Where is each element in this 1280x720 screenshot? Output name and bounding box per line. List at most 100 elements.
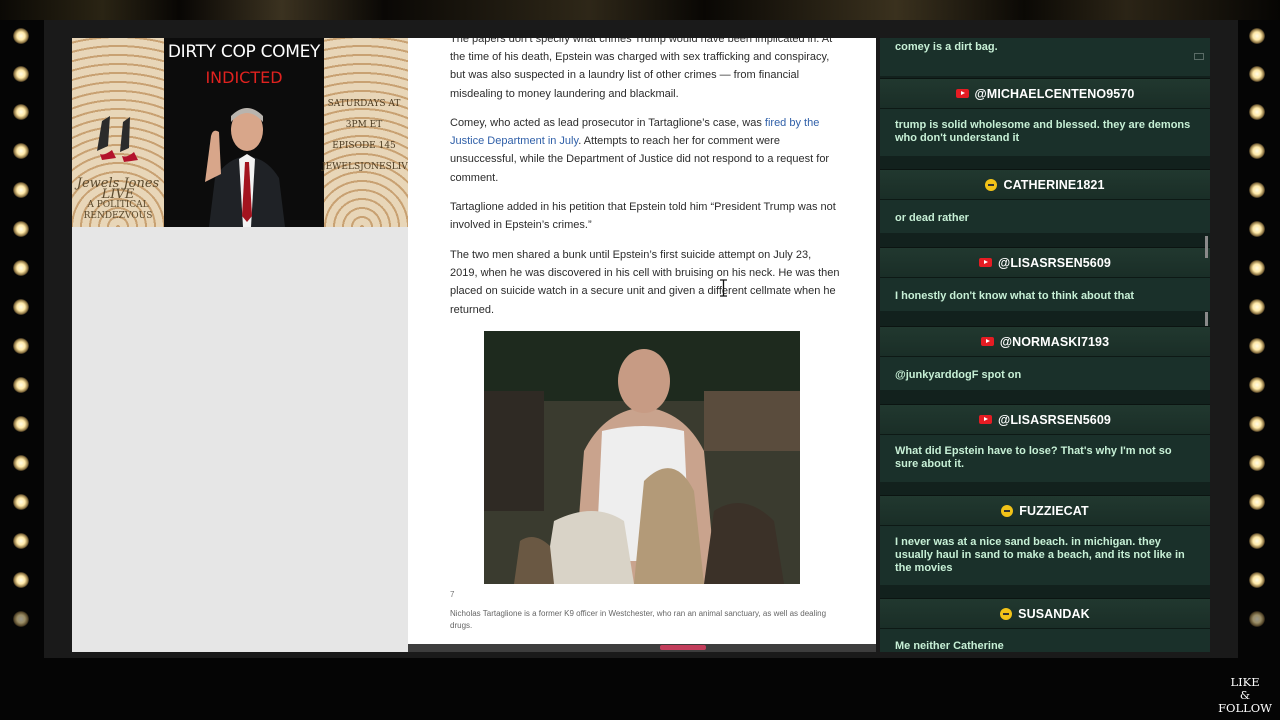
chat-message-text: I honestly don't know what to think abou… bbox=[895, 290, 1135, 302]
marquee-bulb bbox=[1249, 66, 1265, 82]
chat-scrollbar[interactable] bbox=[1205, 236, 1208, 258]
logo-line3: A POLITICAL RENDEZVOUS bbox=[83, 200, 153, 221]
marquee-bulb bbox=[13, 338, 29, 354]
high-heels-icon bbox=[97, 116, 138, 162]
chat-message-card: SUSANDAK Me neither Catherine bbox=[880, 598, 1210, 652]
chat-message-card: CATHERINE1821 or dead rather bbox=[880, 169, 1210, 233]
marquee-bulb bbox=[13, 299, 29, 315]
youtube-icon bbox=[979, 415, 993, 424]
chat-message-text: comey is a dirt bag. bbox=[895, 41, 998, 53]
marquee-bulb bbox=[13, 455, 29, 471]
youtube-icon bbox=[980, 337, 994, 346]
marquee-bulb bbox=[13, 260, 29, 276]
marquee-bulb bbox=[1249, 338, 1265, 354]
article-paragraph: Tartaglione added in his petition that E… bbox=[450, 201, 836, 232]
article-page[interactable]: The papers don’t specify what crimes Tru… bbox=[408, 38, 876, 652]
marquee-bulb bbox=[13, 104, 29, 120]
photo-number: 7 bbox=[450, 590, 455, 599]
article-photo bbox=[484, 331, 800, 584]
like-follow-label: LIKE & FOLLOW bbox=[1218, 676, 1272, 715]
youtube-icon bbox=[955, 89, 969, 98]
article-paragraph: The two men shared a bunk until Epstein’… bbox=[450, 249, 840, 316]
popout-icon[interactable] bbox=[1194, 53, 1204, 60]
banner-subtitle: INDICTED bbox=[205, 68, 283, 87]
article-paragraph: Comey, who acted as lead prosecutor in T… bbox=[450, 114, 840, 187]
marquee-bulb bbox=[1249, 533, 1265, 549]
marquee-bulb bbox=[13, 221, 29, 237]
marquee-bulb bbox=[13, 377, 29, 393]
chat-message-text: Me neither Catherine bbox=[895, 640, 1004, 652]
stream-overlay: Jewels Jones LIVE A POLITICAL RENDEZVOUS… bbox=[0, 0, 1280, 720]
marquee-bulb bbox=[1249, 143, 1265, 159]
marquee-bulb bbox=[1249, 28, 1265, 44]
marquee-bulb bbox=[13, 494, 29, 510]
marquee-bulb bbox=[13, 66, 29, 82]
article-paragraph: The papers don’t specify what crimes Tru… bbox=[450, 38, 833, 100]
schedule-website: JEWELSJONESLIVE.COM bbox=[322, 162, 408, 172]
chat-username: @MICHAELCENTENO9570 bbox=[974, 86, 1135, 101]
youtube-icon bbox=[979, 258, 993, 267]
marquee-bulb bbox=[1249, 221, 1265, 237]
marquee-bulb bbox=[13, 28, 29, 44]
paragraph-text: Comey, who acted as lead prosecutor in T… bbox=[450, 117, 765, 129]
chat-message-card: @LISASRSEN5609 What did Epstein have to … bbox=[880, 404, 1210, 482]
marquee-bulb bbox=[13, 533, 29, 549]
photo-caption: Nicholas Tartaglione is a former K9 offi… bbox=[450, 609, 827, 630]
schedule-time: SATURDAYS AT 3PM ET bbox=[327, 99, 401, 130]
chat-username: CATHERINE1821 bbox=[1003, 177, 1105, 192]
twitch-icon bbox=[985, 178, 998, 191]
speaker-portrait bbox=[197, 96, 297, 227]
show-logo: Jewels Jones LIVE A POLITICAL RENDEZVOUS bbox=[74, 177, 162, 222]
marquee-bulb bbox=[13, 182, 29, 198]
follow-text: FOLLOW bbox=[1218, 701, 1272, 715]
schedule-episode: EPISODE 145 bbox=[332, 141, 396, 151]
chat-scrollbar[interactable] bbox=[1205, 312, 1208, 326]
chat-username: FUZZIECAT bbox=[1019, 503, 1089, 518]
marquee-bulb bbox=[1249, 377, 1265, 393]
chat-username: @LISASRSEN5609 bbox=[998, 412, 1111, 427]
photo-image bbox=[484, 331, 800, 584]
marquee-bulb bbox=[13, 143, 29, 159]
chat-message-header: @NORMASKI7193 bbox=[880, 327, 1210, 357]
marquee-bulb bbox=[13, 572, 29, 588]
chat-message-header: FUZZIECAT bbox=[880, 496, 1210, 526]
chat-message-card: @NORMASKI7193 @junkyarddogF spot on bbox=[880, 326, 1210, 390]
chat-message-header: CATHERINE1821 bbox=[880, 170, 1210, 200]
chat-message-header: @LISASRSEN5609 bbox=[880, 248, 1210, 278]
chat-message-text: What did Epstein have to lose? That's wh… bbox=[895, 445, 1172, 470]
banner-title: DIRTY COP COMEY bbox=[167, 42, 321, 62]
marquee-bulb bbox=[1249, 299, 1265, 315]
article-scrollbar[interactable] bbox=[408, 644, 876, 652]
chat-message-text: I never was at a nice sand beach. in mic… bbox=[895, 536, 1185, 574]
chat-username: @LISASRSEN5609 bbox=[998, 255, 1111, 270]
stage-lights-top bbox=[0, 0, 1280, 20]
marquee-bulb bbox=[13, 416, 29, 432]
twitch-icon bbox=[1000, 607, 1013, 620]
marquee-bulb bbox=[1249, 182, 1265, 198]
marquee-bulb bbox=[1249, 260, 1265, 276]
marquee-bulb bbox=[1249, 104, 1265, 120]
chat-message-header: SUSANDAK bbox=[880, 599, 1210, 629]
live-chat-panel[interactable]: comey is a dirt bag. @MICHAELCENTENO9570… bbox=[880, 38, 1210, 652]
chat-message-card: @MICHAELCENTENO9570 trump is solid whole… bbox=[880, 78, 1210, 156]
marquee-bulb bbox=[1249, 455, 1265, 471]
chat-username: SUSANDAK bbox=[1018, 606, 1090, 621]
twitch-icon bbox=[1001, 504, 1014, 517]
chat-message-text: @junkyarddogF spot on bbox=[895, 369, 1022, 381]
text-cursor-icon bbox=[720, 279, 727, 297]
chat-message-header: @MICHAELCENTENO9570 bbox=[880, 79, 1210, 109]
chat-message-card: @LISASRSEN5609 I honestly don't know wha… bbox=[880, 247, 1210, 311]
show-banner: Jewels Jones LIVE A POLITICAL RENDEZVOUS… bbox=[72, 38, 408, 227]
marquee-bulb bbox=[1249, 572, 1265, 588]
marquee-bulb bbox=[1249, 611, 1265, 627]
chat-username: @NORMASKI7193 bbox=[999, 334, 1110, 349]
chat-message-card: FUZZIECAT I never was at a nice sand bea… bbox=[880, 495, 1210, 585]
show-schedule: SATURDAYS AT 3PM ET EPISODE 145 JEWELSJO… bbox=[322, 94, 408, 178]
marquee-bulb bbox=[1249, 416, 1265, 432]
chat-message-header: @LISASRSEN5609 bbox=[880, 405, 1210, 435]
chat-message-text: or dead rather bbox=[895, 212, 969, 224]
article-scroll-thumb[interactable] bbox=[660, 645, 706, 650]
marquee-bulb bbox=[1249, 494, 1265, 510]
chat-message-card: comey is a dirt bag. bbox=[880, 38, 1210, 76]
chat-message-text: trump is solid wholesome and blessed. th… bbox=[895, 119, 1191, 144]
